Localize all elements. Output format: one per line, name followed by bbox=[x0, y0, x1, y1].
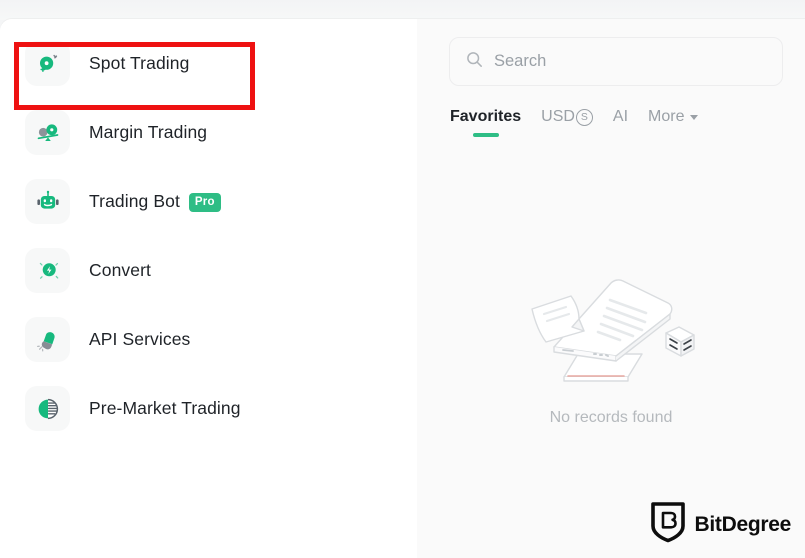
nav-item-api-services[interactable]: API Services bbox=[0, 305, 417, 374]
nav-item-label: Pre-Market Trading bbox=[89, 398, 241, 418]
margin-trading-icon bbox=[25, 110, 70, 155]
nav-item-label: Convert bbox=[89, 260, 151, 280]
page-background-strip bbox=[0, 0, 805, 20]
trading-bot-icon bbox=[25, 179, 70, 224]
nav-item-label: Margin Trading bbox=[89, 122, 208, 142]
tab-label: AI bbox=[612, 108, 629, 125]
nav-item-label: Trading Bot Pro bbox=[89, 191, 221, 213]
bitdegree-wordmark: BitDegree bbox=[694, 512, 792, 536]
usds-circle-s-icon: S bbox=[575, 108, 593, 126]
trade-nav-list: Spot Trading Margin Trading Trading Bot … bbox=[0, 19, 417, 558]
nav-item-text: Trading Bot bbox=[89, 190, 180, 211]
nav-item-label: API Services bbox=[89, 329, 191, 349]
nav-item-margin-trading[interactable]: Margin Trading bbox=[0, 98, 417, 167]
bitdegree-watermark: BitDegree bbox=[650, 501, 792, 548]
nav-item-trading-bot[interactable]: Trading Bot Pro bbox=[0, 167, 417, 236]
empty-state-text: No records found bbox=[549, 409, 673, 426]
search-input[interactable] bbox=[494, 52, 766, 71]
pre-market-trading-icon bbox=[25, 386, 70, 431]
tab-active-underline bbox=[472, 133, 499, 137]
market-list-panel: Favorites USD S AI More bbox=[417, 19, 805, 558]
search-icon bbox=[466, 51, 483, 73]
pro-badge: Pro bbox=[188, 193, 221, 213]
api-services-icon bbox=[25, 317, 70, 362]
convert-icon bbox=[25, 248, 70, 293]
tab-more[interactable]: More bbox=[648, 108, 698, 137]
spot-trading-icon bbox=[25, 41, 70, 86]
tab-label: More bbox=[648, 108, 685, 125]
nav-item-convert[interactable]: Convert bbox=[0, 236, 417, 305]
nav-item-pre-market-trading[interactable]: Pre-Market Trading bbox=[0, 374, 417, 443]
chevron-down-icon bbox=[689, 114, 698, 120]
trade-menu-dropdown: Spot Trading Margin Trading Trading Bot … bbox=[0, 19, 805, 558]
tab-label: USD bbox=[541, 108, 575, 125]
no-records-illustration bbox=[516, 259, 706, 389]
nav-item-label: Spot Trading bbox=[89, 53, 190, 73]
tab-ai[interactable]: AI bbox=[613, 108, 628, 137]
empty-state: No records found bbox=[417, 259, 805, 427]
tab-label: Favorites bbox=[450, 108, 522, 125]
tab-usds[interactable]: USD S bbox=[541, 108, 593, 137]
nav-item-spot-trading[interactable]: Spot Trading bbox=[0, 29, 417, 98]
bitdegree-shield-icon bbox=[650, 501, 686, 548]
search-field[interactable] bbox=[449, 37, 783, 86]
market-category-tabs: Favorites USD S AI More bbox=[449, 108, 783, 137]
tab-favorites[interactable]: Favorites bbox=[450, 108, 521, 137]
